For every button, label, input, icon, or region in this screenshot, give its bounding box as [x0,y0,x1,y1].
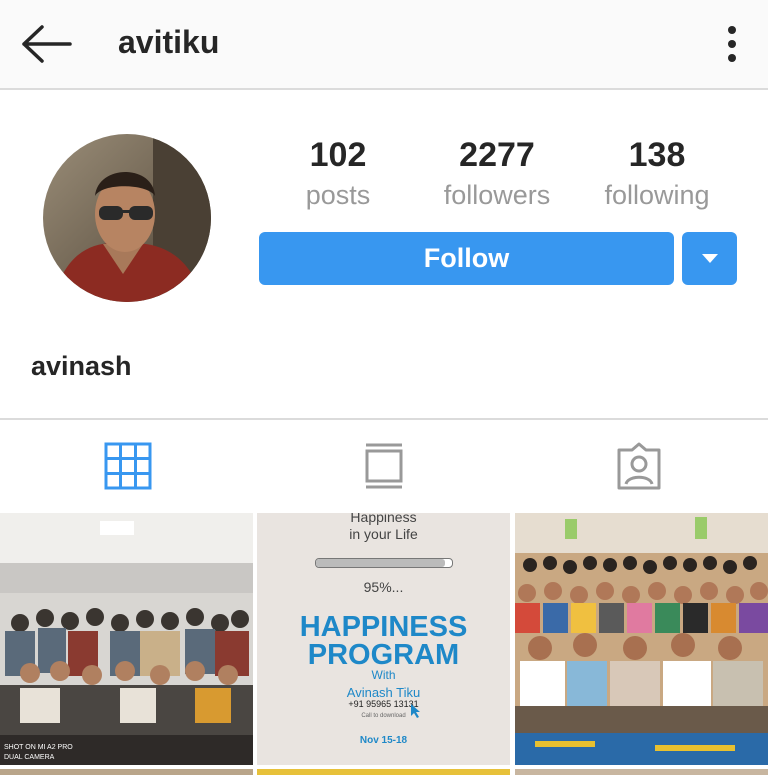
poster-line1: Happiness [350,513,417,525]
following-label: following [604,180,710,210]
tagged-person-icon[interactable] [615,442,663,490]
arrow-left-icon[interactable] [18,24,74,64]
post-thumbnail[interactable]: SHOT ON MI A2 PRO DUAL CAMERA [0,513,253,765]
post-thumbnail[interactable] [515,513,768,765]
followers-count: 2277 [459,136,535,174]
svg-text:SHOT ON MI A2 PRO: SHOT ON MI A2 PRO [4,744,73,751]
stat-posts[interactable]: 102 posts [248,134,428,214]
stat-followers[interactable]: 2277 followers [407,134,587,214]
posts-count: 102 [309,136,367,174]
suggestions-dropdown-button[interactable] [682,232,737,285]
chevron-down-icon [702,254,718,263]
poster-progress-text: 95%... [363,579,404,595]
poster-with: With [371,668,396,682]
profile-username-title: avitiku [118,24,220,60]
display-name: avinash [31,351,132,381]
avatar[interactable] [43,134,211,302]
poster-dates: Nov 15-18 [359,735,408,746]
poster-cta: Call to download [361,713,406,719]
poster-line2: in your Life [349,526,418,542]
grid-icon[interactable] [104,442,152,490]
stat-following[interactable]: 138 following [567,134,747,214]
poster-progress-bar [315,558,453,568]
post-thumbnail-partial[interactable] [0,769,253,775]
feed-list-icon[interactable] [360,442,408,490]
post-thumbnail-partial[interactable] [515,769,768,775]
posts-label: posts [305,180,371,210]
posts-grid: SHOT ON MI A2 PRO DUAL CAMERA Happiness … [0,513,768,775]
profile-tabs [0,418,768,512]
poster-phone: +91 95965 13131 [348,699,419,709]
poster-progress-fill [316,559,446,567]
post-thumbnail-partial[interactable] [257,769,510,775]
post-thumbnail-poster[interactable]: Happiness in your Life 95%... HAPPINESS … [257,513,510,765]
more-vertical-icon[interactable] [716,22,748,66]
following-count: 138 [628,136,686,174]
top-bar: avitiku [0,0,768,90]
svg-text:DUAL CAMERA: DUAL CAMERA [4,754,55,761]
follow-button[interactable]: Follow [259,232,674,285]
followers-label: followers [443,180,551,210]
poster-name: Avinash Tiku [346,685,421,700]
cursor-icon [411,704,420,718]
